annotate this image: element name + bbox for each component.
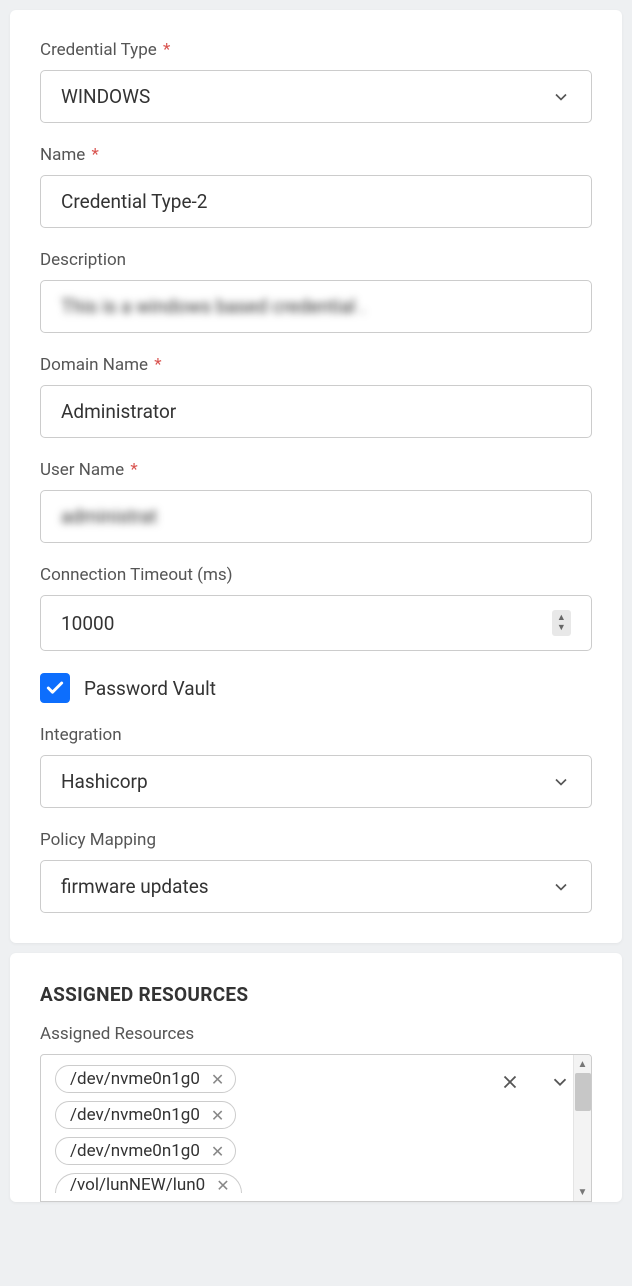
scroll-up-icon[interactable]: ▲ (574, 1055, 591, 1073)
name-input-wrapper (40, 175, 592, 228)
tag-remove-icon[interactable]: ✕ (208, 1106, 227, 1125)
domain-name-input[interactable] (61, 400, 571, 423)
policy-mapping-group: Policy Mapping firmware updates (40, 830, 592, 913)
resource-tag-label: /dev/nvme0n1g0 (70, 1069, 200, 1089)
resource-tag: /dev/nvme0n1g0 ✕ (55, 1101, 236, 1129)
user-name-label: User Name * (40, 460, 592, 480)
clear-icon[interactable] (499, 1071, 521, 1093)
domain-name-label-text: Domain Name (40, 355, 148, 375)
assigned-resources-group: Assigned Resources /dev/nvme0n1g0 ✕ /dev… (40, 1024, 592, 1202)
user-name-label-text: User Name (40, 460, 124, 480)
description-input-wrapper (40, 280, 592, 333)
required-asterisk: * (92, 145, 99, 165)
domain-name-input-wrapper (40, 385, 592, 438)
assigned-resources-card: ASSIGNED RESOURCES Assigned Resources /d… (10, 953, 622, 1202)
scroll-thumb[interactable] (575, 1073, 591, 1111)
user-name-group: User Name * (40, 460, 592, 543)
resource-tag-label: /vol/lunNEW/lun0 (70, 1175, 205, 1193)
connection-timeout-input[interactable] (61, 612, 552, 635)
policy-mapping-label: Policy Mapping (40, 830, 592, 850)
resource-tag: /vol/lunNEW/lun0 ✕ (55, 1173, 242, 1193)
name-input[interactable] (61, 190, 571, 213)
user-name-input[interactable] (61, 505, 571, 528)
credential-type-label: Credential Type * (40, 40, 592, 60)
name-group: Name * (40, 145, 592, 228)
resource-tag-label: /dev/nvme0n1g0 (70, 1105, 200, 1125)
password-vault-row: Password Vault (40, 673, 592, 703)
credential-type-value: WINDOWS (61, 85, 150, 108)
connection-timeout-input-wrapper: ▲ ▼ (40, 595, 592, 651)
description-label: Description (40, 250, 592, 270)
credential-form-card: Credential Type * WINDOWS Name * Descrip… (10, 10, 622, 943)
connection-timeout-group: Connection Timeout (ms) ▲ ▼ (40, 565, 592, 651)
credential-type-select[interactable]: WINDOWS (40, 70, 592, 123)
resource-tag: /dev/nvme0n1g0 ✕ (55, 1065, 236, 1093)
check-icon (45, 678, 65, 698)
tag-remove-icon[interactable]: ✕ (208, 1142, 227, 1161)
integration-select[interactable]: Hashicorp (40, 755, 592, 808)
password-vault-label: Password Vault (84, 677, 216, 700)
tags-column: /dev/nvme0n1g0 ✕ /dev/nvme0n1g0 ✕ /dev/n… (55, 1065, 499, 1183)
required-asterisk: * (163, 40, 170, 60)
required-asterisk: * (130, 460, 137, 480)
resource-tag-label: /dev/nvme0n1g0 (70, 1141, 200, 1161)
integration-value: Hashicorp (61, 770, 148, 793)
chevron-down-icon (551, 772, 571, 792)
assigned-resources-title: ASSIGNED RESOURCES (40, 983, 592, 1006)
domain-name-label: Domain Name * (40, 355, 592, 375)
multiselect-controls (499, 1065, 577, 1093)
chevron-down-icon[interactable] (549, 1071, 571, 1093)
resource-tag: /dev/nvme0n1g0 ✕ (55, 1137, 236, 1165)
name-label-text: Name (40, 145, 85, 165)
integration-group: Integration Hashicorp (40, 725, 592, 808)
domain-name-group: Domain Name * (40, 355, 592, 438)
description-group: Description (40, 250, 592, 333)
number-spinner[interactable]: ▲ ▼ (552, 610, 571, 636)
description-input[interactable] (61, 295, 571, 318)
assigned-resources-multiselect[interactable]: /dev/nvme0n1g0 ✕ /dev/nvme0n1g0 ✕ /dev/n… (40, 1054, 592, 1202)
chevron-down-icon (551, 87, 571, 107)
policy-mapping-value: firmware updates (61, 875, 209, 898)
required-asterisk: * (154, 355, 161, 375)
name-label: Name * (40, 145, 592, 165)
integration-label: Integration (40, 725, 592, 745)
chevron-down-icon (551, 877, 571, 897)
user-name-input-wrapper (40, 490, 592, 543)
assigned-resources-label: Assigned Resources (40, 1024, 592, 1044)
tag-remove-icon[interactable]: ✕ (208, 1070, 227, 1089)
scroll-down-icon[interactable]: ▼ (574, 1183, 591, 1201)
tag-remove-icon[interactable]: ✕ (213, 1176, 232, 1194)
spinner-down-icon: ▼ (557, 624, 566, 633)
scrollbar[interactable]: ▲ ▼ (573, 1055, 591, 1201)
credential-type-group: Credential Type * WINDOWS (40, 40, 592, 123)
password-vault-checkbox[interactable] (40, 673, 70, 703)
spinner-up-icon: ▲ (557, 614, 566, 623)
credential-type-label-text: Credential Type (40, 40, 157, 60)
connection-timeout-label: Connection Timeout (ms) (40, 565, 592, 585)
policy-mapping-select[interactable]: firmware updates (40, 860, 592, 913)
